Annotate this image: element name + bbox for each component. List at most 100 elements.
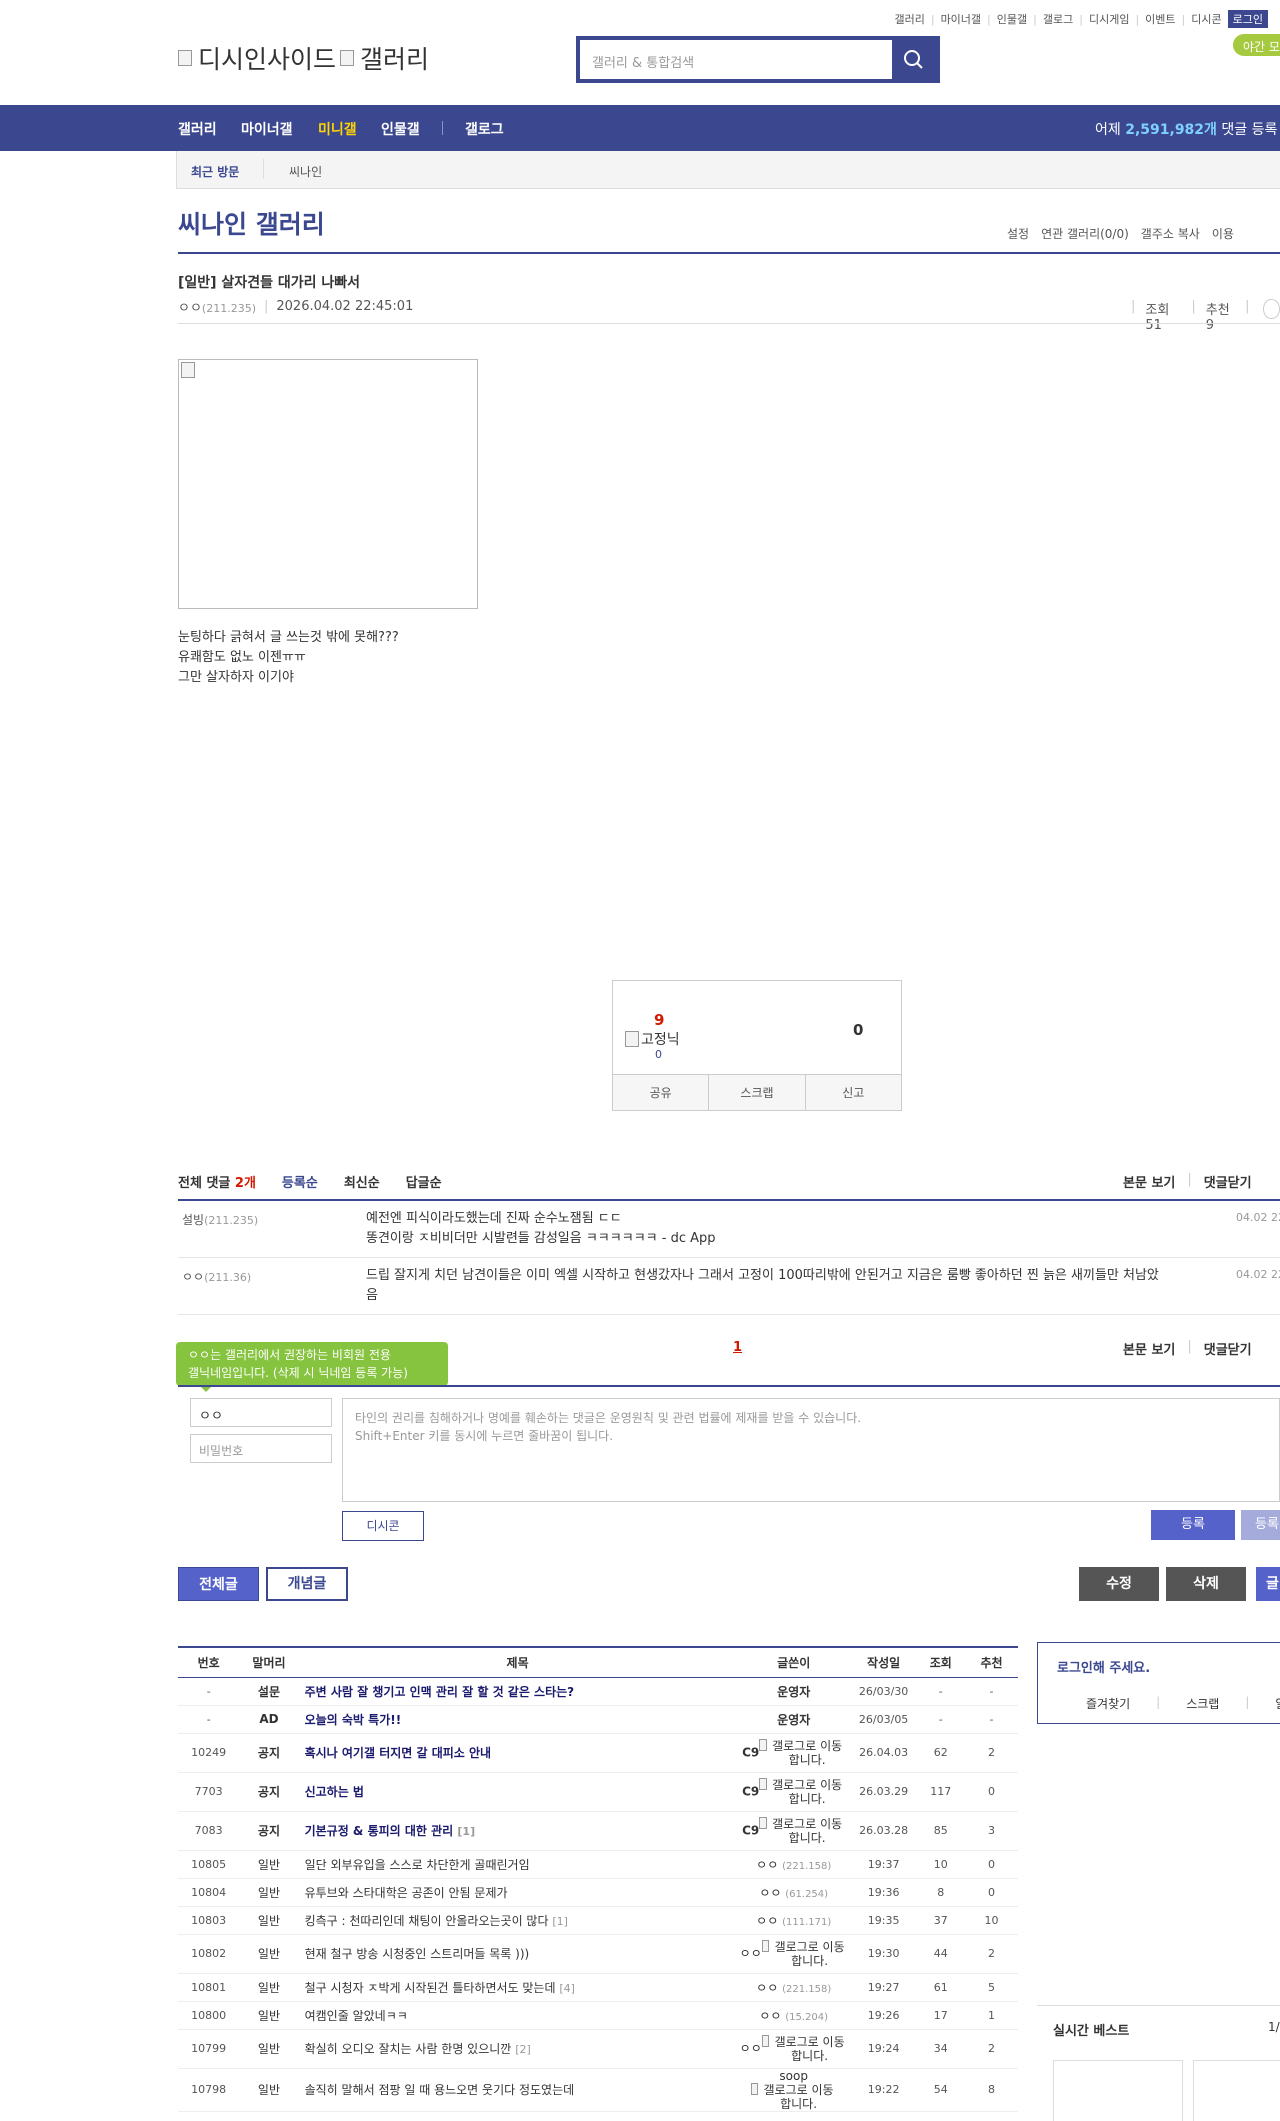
comment-submit-secondary-button[interactable]: 등록 (1241, 1510, 1280, 1540)
row-title[interactable]: 확실히 오디오 잘치는 사람 한명 있으니깐 (305, 2042, 512, 2056)
downvote-count[interactable]: 0 (853, 1021, 863, 1039)
table-row[interactable]: - 설문 주변 사람 잘 챙기고 인맥 관리 잘 할 것 같은 스타는? 운영자 26… (178, 1677, 1018, 1706)
table-row[interactable]: 10805 일반 일단 외부유입을 스스로 차단한게 골때린거임 ㅇㅇ (221.1… (178, 1850, 1018, 1879)
all-posts-button[interactable]: 전체글 (178, 1567, 259, 1601)
row-subject[interactable]: 철구 시청자 ㅈ박게 시작된건 틀타하면서도 맞는데 [4] (298, 1973, 737, 2002)
row-writer[interactable]: C9 갤로그로 이동합니다. (736, 1772, 851, 1812)
row-reply-count[interactable]: [1] (457, 1825, 475, 1838)
close-comments-link[interactable]: 댓글닫기 (1204, 1172, 1252, 1191)
row-title[interactable]: 기본규정 & 통피의 대한 관리 (305, 1824, 454, 1838)
report-button[interactable]: 신고 (806, 1075, 901, 1110)
row-writer[interactable]: ㅇㅇ (221.158) (736, 1850, 851, 1879)
top-link-person[interactable]: 인물갤 (997, 11, 1027, 27)
site-logo[interactable]: 디시인사이드 갤러리 (178, 40, 429, 76)
row-subject[interactable]: 신고하는 법 (298, 1772, 737, 1812)
row-writer[interactable]: 운영자 (736, 1677, 851, 1706)
usage-link[interactable]: 이용 (1212, 225, 1234, 242)
gallog-link[interactable]: 갤로그로 이동합니다. (759, 1816, 845, 1845)
row-writer[interactable]: ㅇㅇ (61.254) (736, 1878, 851, 1907)
best-card[interactable] (1193, 2060, 1280, 2121)
related-gallery-link[interactable]: 연관 갤러리(0/0) (1041, 225, 1129, 242)
share-button[interactable]: 공유 (613, 1075, 710, 1110)
row-writer[interactable]: ㅇㅇ 갤로그로 이동합니다. (736, 2029, 851, 2069)
fixed-nick-vote[interactable]: 고정닉 (625, 1029, 680, 1049)
top-link-game[interactable]: 디시게임 (1089, 11, 1129, 27)
row-title[interactable]: 신고하는 법 (305, 1785, 364, 1799)
dccon-button[interactable]: 디시콘 (342, 1511, 424, 1541)
row-subject[interactable]: 솔직히 말해서 점팡 일 때 용느오면 웃기다 정도였는데 (298, 2068, 737, 2112)
search-input[interactable]: 갤러리 & 통합검색 (592, 52, 694, 71)
nav-gallery[interactable]: 갤러리 (178, 119, 217, 139)
comment-count-icon[interactable] (1263, 299, 1280, 319)
favorites-link[interactable]: 즐겨찾기 (1086, 1695, 1130, 1712)
gallog-link[interactable]: 갤로그로 이동합니다. (759, 1777, 845, 1806)
top-link-gallery[interactable]: 갤러리 (894, 11, 924, 27)
nickname-input[interactable]: ㅇㅇ (190, 1398, 332, 1427)
table-row[interactable]: 7703 공지 신고하는 법 C9 갤로그로 이동합니다. 26.03.29 117 0 (178, 1772, 1018, 1812)
write-button[interactable]: 글 (1256, 1567, 1280, 1601)
row-title[interactable]: 일단 외부유입을 스스로 차단한게 골때린거임 (305, 1858, 530, 1872)
gallog-link[interactable]: 갤로그로 이동합니다. (750, 2082, 837, 2111)
row-title[interactable]: 현재 철구 방송 시청중인 스트리머들 목록 ))) (305, 1947, 530, 1961)
edit-button[interactable]: 수정 (1079, 1567, 1159, 1601)
gallog-link[interactable]: 갤로그로 이동합니다. (759, 1738, 845, 1767)
comment-author[interactable]: 설빙(211.235) (182, 1211, 258, 1228)
comment-submit-button[interactable]: 등록 (1151, 1510, 1235, 1540)
login-button[interactable]: 로그인 (1227, 10, 1268, 28)
sort-by-register[interactable]: 등록순 (282, 1172, 318, 1191)
row-subject[interactable]: 기본규정 & 통피의 대한 관리 [1] (298, 1811, 737, 1851)
table-row[interactable]: 10802 일반 현재 철구 방송 시청중인 스트리머들 목록 ))) ㅇㅇ 갤로그로… (178, 1934, 1018, 1974)
recent-label[interactable]: 최근 방문 (191, 163, 239, 180)
table-row[interactable]: 7083 공지 기본규정 & 통피의 대한 관리 [1] C9 갤로그로 이동합니다. 2… (178, 1811, 1018, 1851)
view-post-link[interactable]: 본문 보기 (1123, 1172, 1175, 1191)
gallog-link[interactable]: 갤로그로 이동합니다. (761, 1939, 848, 1968)
sort-by-latest[interactable]: 최신순 (344, 1172, 380, 1191)
row-title[interactable]: 주변 사람 잘 챙기고 인맥 관리 잘 할 것 같은 스타는? (305, 1685, 575, 1699)
table-row[interactable]: - AD 오늘의 숙박 특가!! 운영자 26/03/05- - (178, 1705, 1018, 1734)
search-button[interactable] (892, 40, 936, 79)
row-subject[interactable]: 여캠인줄 알았네ㅋㅋ (298, 2001, 737, 2030)
row-subject[interactable]: 일단 외부유입을 스스로 차단한게 골때린거임 (298, 1850, 737, 1879)
nav-mini-gallery[interactable]: 미니갤 (318, 119, 357, 139)
top-link-dccon[interactable]: 디시콘 (1191, 11, 1221, 27)
password-input[interactable]: 비밀번호 (190, 1434, 332, 1463)
post-author[interactable]: ㅇㅇ(211.235) (178, 297, 256, 316)
row-subject[interactable]: 킹측구 : 천따리인데 채팅이 안올라오는곳이 많다 [1] (298, 1906, 737, 1935)
scrap-link[interactable]: 스크랩 (1186, 1695, 1219, 1712)
row-subject[interactable]: 현재 철구 방송 시청중인 스트리머들 목록 ))) (298, 1934, 737, 1974)
row-title[interactable]: 여캠인줄 알았네ㅋㅋ (305, 2009, 408, 2023)
scrap-button[interactable]: 스크랩 (709, 1075, 806, 1110)
row-subject[interactable]: 유투브와 스타대학은 공존이 안됨 문제가 (298, 1878, 737, 1907)
concept-posts-button[interactable]: 개념글 (266, 1567, 348, 1601)
comment-author[interactable]: ㅇㅇ(211.36) (182, 1268, 251, 1285)
row-writer[interactable]: C9 갤로그로 이동합니다. (736, 1811, 851, 1851)
sort-by-reply[interactable]: 답글순 (406, 1172, 442, 1191)
upvote-count[interactable]: 9 (654, 1011, 664, 1029)
comment-page-number[interactable]: 1 (733, 1340, 742, 1355)
table-row[interactable]: 10803 일반 킹측구 : 천따리인데 채팅이 안올라오는곳이 많다 [1] ㅇㅇ … (178, 1906, 1018, 1935)
table-row[interactable]: 10799 일반 확실히 오디오 잘치는 사람 한명 있으니깐 [2] ㅇㅇ 갤로그로 … (178, 2029, 1018, 2069)
comment-textarea[interactable]: 타인의 권리를 침해하거나 명예를 훼손하는 댓글은 운영원칙 및 관련 법률에… (342, 1398, 1280, 1502)
recent-item[interactable]: 씨나인 (289, 163, 322, 180)
table-row[interactable]: 10800 일반 여캠인줄 알았네ㅋㅋ ㅇㅇ (15.204) 19:26 17 1 (178, 2001, 1018, 2030)
row-title[interactable]: 유투브와 스타대학은 공존이 안됨 문제가 (305, 1886, 508, 1900)
row-title[interactable]: 혹시나 여기갤 터지면 갈 대피소 안내 (305, 1746, 492, 1760)
row-title[interactable]: 오늘의 숙박 특가!! (305, 1713, 402, 1727)
gallery-title[interactable]: 씨나인 갤러리 (178, 205, 325, 241)
notification-link[interactable]: 알림 (1275, 1695, 1280, 1712)
row-subject[interactable]: 확실히 오디오 잘치는 사람 한명 있으니깐 [2] (298, 2029, 737, 2069)
row-writer[interactable]: ㅇㅇ (111.171) (736, 1906, 851, 1935)
row-writer[interactable]: 운영자 (736, 1705, 851, 1734)
row-title[interactable]: 솔직히 말해서 점팡 일 때 용느오면 웃기다 정도였는데 (305, 2083, 575, 2097)
nav-minor-gallery[interactable]: 마이너갤 (241, 119, 293, 139)
row-title[interactable]: 킹측구 : 천따리인데 채팅이 안올라오는곳이 많다 (305, 1914, 549, 1928)
row-subject[interactable]: 주변 사람 잘 챙기고 인맥 관리 잘 할 것 같은 스타는? (298, 1677, 737, 1706)
table-row[interactable]: 10804 일반 유투브와 스타대학은 공존이 안됨 문제가 ㅇㅇ (61.254)… (178, 1878, 1018, 1907)
row-writer[interactable]: soop 갤로그로 이동합니다. (736, 2068, 851, 2112)
row-reply-count[interactable]: [4] (559, 1982, 575, 1995)
login-prompt[interactable]: 로그인해 주세요. (1057, 1657, 1150, 1676)
gallog-link[interactable]: 갤로그로 이동합니다. (761, 2034, 848, 2063)
row-subject[interactable]: 오늘의 숙박 특가!! (298, 1705, 737, 1734)
post-image[interactable] (178, 359, 478, 609)
nav-person-gallery[interactable]: 인물갤 (381, 119, 420, 139)
